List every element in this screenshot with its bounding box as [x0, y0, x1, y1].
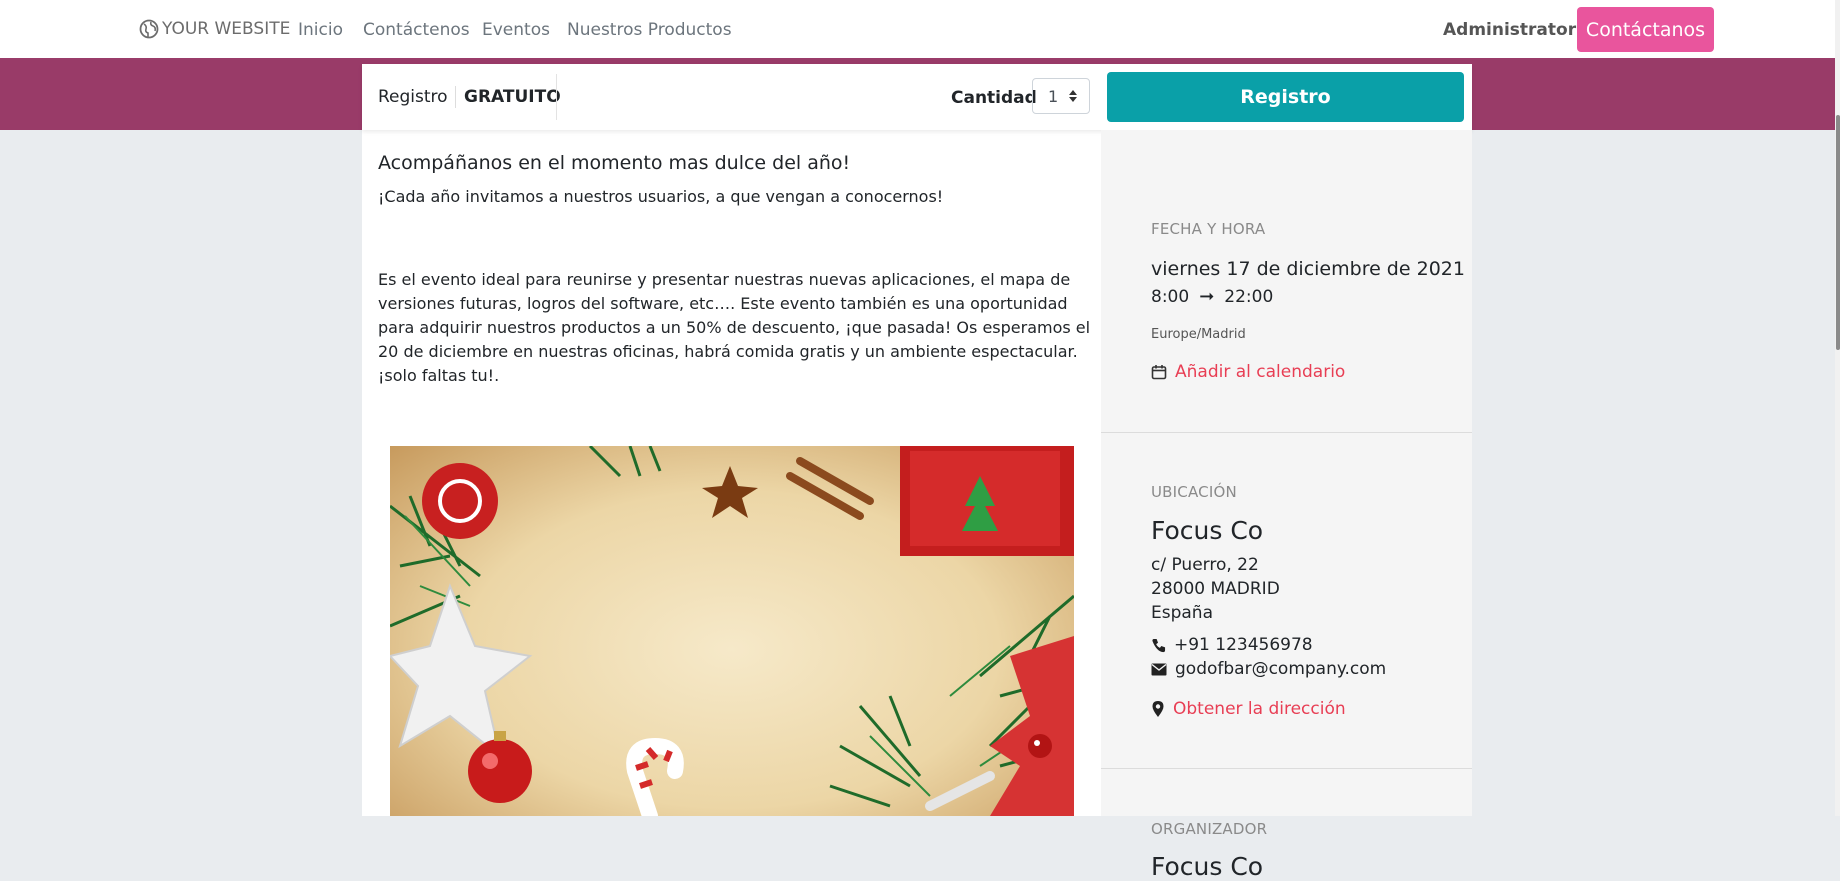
calendar-icon [1151, 365, 1167, 380]
quantity-value: 1 [1048, 87, 1059, 106]
venue-street: c/ Puerro, 22 [1151, 555, 1259, 575]
nav-link-productos[interactable]: Nuestros Productos [567, 20, 732, 40]
event-headline: Acompáñanos en el momento mas dulce del … [378, 152, 851, 174]
add-to-calendar-link[interactable]: Añadir al calendario [1151, 362, 1345, 382]
divider [1101, 432, 1472, 433]
christmas-decor-illustration [390, 446, 1074, 816]
phone-number: +91 123456978 [1174, 635, 1313, 655]
map-marker-icon [1152, 701, 1164, 717]
event-card: Registro GRATUITO Cantidad 1 Registro Ac… [362, 64, 1472, 881]
site-brand[interactable]: YOUR WEBSITE [139, 19, 290, 39]
select-arrows-icon [1069, 90, 1077, 102]
ticket-price: GRATUITO [464, 87, 561, 107]
quantity-select[interactable]: 1 [1032, 78, 1090, 114]
event-time: 8:00 ➞ 22:00 [1151, 286, 1273, 307]
venue-phone: +91 123456978 [1151, 635, 1313, 655]
registration-bar: Registro GRATUITO Cantidad 1 Registro [362, 64, 1472, 130]
user-menu[interactable]: Administrator [1443, 20, 1593, 40]
event-paragraph: Es el evento ideal para reunirse y prese… [378, 270, 1091, 385]
christmas-banner-image [390, 446, 1074, 816]
organizer-name: Focus Co [1151, 852, 1264, 881]
globe-icon [139, 19, 159, 39]
divider [455, 86, 456, 108]
arrow-right-icon: ➞ [1199, 286, 1215, 307]
scrollbar-thumb[interactable] [1836, 115, 1840, 350]
envelope-icon [1151, 663, 1167, 675]
datetime-heading: FECHA Y HORA [1151, 220, 1266, 238]
ticket-label: Registro [378, 87, 448, 107]
contact-button[interactable]: Contáctanos [1577, 7, 1714, 52]
timezone: Europe/Madrid [1151, 327, 1246, 342]
user-name: Administrator [1443, 20, 1577, 40]
event-date: viernes 17 de diciembre de 2021 [1151, 258, 1465, 280]
email-address: godofbar@company.com [1175, 659, 1387, 679]
quantity-label: Cantidad [951, 88, 1037, 108]
divider [556, 74, 557, 120]
organizer-heading: ORGANIZADOR [1151, 820, 1268, 838]
register-button[interactable]: Registro [1107, 72, 1464, 122]
add-to-calendar-label: Añadir al calendario [1175, 362, 1346, 382]
top-navbar: YOUR WEBSITE Inicio Contáctenos Eventos … [0, 0, 1840, 60]
nav-link-inicio[interactable]: Inicio [298, 20, 343, 40]
event-subtitle: ¡Cada año invitamos a nuestros usuarios,… [378, 187, 944, 206]
venue-email: godofbar@company.com [1151, 659, 1386, 679]
end-time: 22:00 [1224, 286, 1274, 307]
venue-country: España [1151, 603, 1213, 623]
nav-link-contactenos[interactable]: Contáctenos [363, 20, 470, 40]
venue-name: Focus Co [1151, 516, 1264, 545]
location-heading: UBICACIÓN [1151, 483, 1237, 501]
divider [1101, 768, 1472, 769]
get-directions-link[interactable]: Obtener la dirección [1151, 699, 1346, 719]
phone-icon [1152, 638, 1166, 652]
start-time: 8:00 [1151, 286, 1190, 307]
get-directions-label: Obtener la dirección [1173, 699, 1346, 719]
nav-link-eventos[interactable]: Eventos [482, 20, 550, 40]
venue-city: 28000 MADRID [1151, 579, 1280, 599]
event-sidebar: FECHA Y HORA viernes 17 de diciembre de … [1101, 130, 1472, 881]
brand-text: YOUR WEBSITE [162, 19, 291, 39]
